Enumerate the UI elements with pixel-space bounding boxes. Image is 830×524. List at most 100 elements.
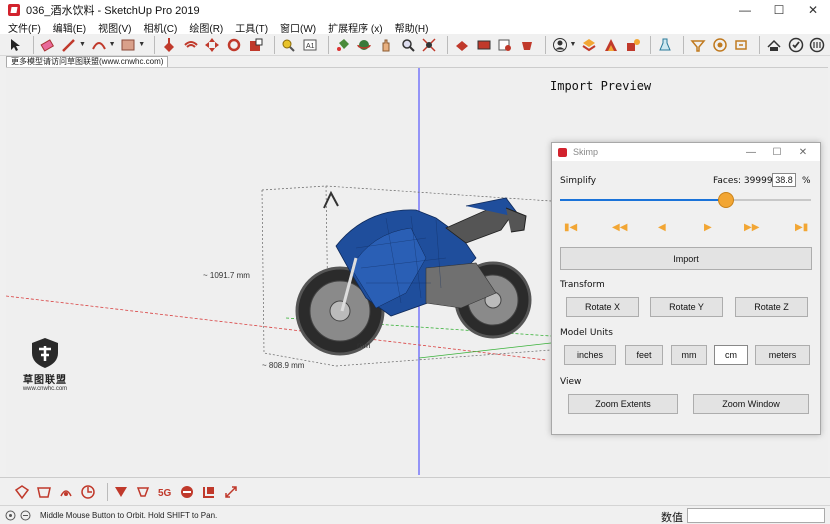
zoom-extents-button[interactable]: Zoom Extents: [568, 394, 678, 414]
unit-mm-button[interactable]: mm: [671, 345, 707, 365]
percent-input[interactable]: 38.8: [772, 173, 796, 187]
orbit-tool-icon[interactable]: [355, 36, 373, 54]
bottom-tool-icon-6[interactable]: [135, 484, 151, 500]
line-dropdown-icon[interactable]: ▼: [79, 41, 86, 48]
components-icon[interactable]: [475, 36, 493, 54]
step-forward-icon[interactable]: ▶: [704, 222, 712, 233]
text-tool-icon[interactable]: A1: [301, 36, 319, 54]
step-back-icon[interactable]: ◀: [658, 222, 666, 233]
unit-meters-button[interactable]: meters: [755, 345, 810, 365]
rotate-z-button[interactable]: Rotate Z: [735, 297, 808, 317]
rotate-x-button[interactable]: Rotate X: [566, 297, 639, 317]
extension-icon-7[interactable]: [765, 36, 783, 54]
minimize-button[interactable]: —: [728, 0, 762, 20]
menu-camera[interactable]: 相机(C): [143, 20, 177, 35]
zoom-extents-icon[interactable]: [421, 36, 439, 54]
bottom-tool-icon-4[interactable]: [80, 484, 96, 500]
scale-tool-icon[interactable]: [247, 36, 265, 54]
menu-draw[interactable]: 绘图(R): [189, 20, 223, 35]
unit-inches-button[interactable]: inches: [564, 345, 616, 365]
menu-extensions[interactable]: 扩展程序 (x): [328, 20, 382, 35]
menu-help[interactable]: 帮助(H): [395, 20, 429, 35]
skimp-title: Skimp: [573, 147, 599, 157]
paint-bucket-icon[interactable]: [334, 36, 352, 54]
shape-dropdown-icon[interactable]: ▼: [138, 41, 145, 48]
zoom-window-button[interactable]: Zoom Window: [693, 394, 809, 414]
extension-icon-5[interactable]: [711, 36, 729, 54]
select-tool-icon[interactable]: [6, 36, 24, 54]
extension-icon-8[interactable]: [787, 36, 805, 54]
line-tool-icon[interactable]: [60, 36, 78, 54]
extension-icon-4[interactable]: [689, 36, 707, 54]
extension-warehouse-icon[interactable]: [518, 36, 536, 54]
watermark-name: 草图联盟: [23, 375, 67, 386]
share-model-icon[interactable]: [497, 36, 515, 54]
unit-cm-button[interactable]: cm: [714, 345, 748, 365]
toolbar-separator: [327, 35, 329, 54]
expand-icon[interactable]: [223, 484, 239, 500]
bottom-tool-icon-2[interactable]: [36, 484, 52, 500]
bottom-tool-icon-5[interactable]: [113, 484, 129, 500]
window-controls: — ☐ ✕: [728, 0, 830, 20]
menu-view[interactable]: 视图(V): [98, 20, 131, 35]
warehouse-icon[interactable]: [453, 36, 471, 54]
bottom-tool-icon-3[interactable]: [58, 484, 74, 500]
offset-tool-icon[interactable]: [182, 36, 200, 54]
skimp-close-button[interactable]: ✕: [790, 143, 816, 161]
model-units-label: Model Units: [560, 328, 613, 338]
status-hint: Middle Mouse Button to Orbit. Hold SHIFT…: [40, 510, 218, 520]
bottom-tool-icon-7[interactable]: 5G: [157, 484, 173, 500]
geo-location-icon[interactable]: [4, 509, 16, 521]
toolbar-separator: [32, 35, 34, 54]
toolbar-separator: [544, 35, 546, 54]
arc-dropdown-icon[interactable]: ▼: [109, 41, 116, 48]
simplify-slider[interactable]: [560, 192, 811, 208]
last-frame-icon[interactable]: ▶▮: [795, 222, 808, 233]
first-frame-icon[interactable]: ▮◀: [564, 222, 577, 233]
extension-icon-9[interactable]: [808, 36, 826, 54]
simplify-label: Simplify: [560, 176, 597, 186]
account-dropdown-icon[interactable]: ▼: [570, 41, 577, 48]
eraser-tool-icon[interactable]: [39, 36, 57, 54]
menu-window[interactable]: 窗口(W): [280, 20, 316, 35]
extension-icon-6[interactable]: [732, 36, 750, 54]
scene-tab[interactable]: 更多模型请访问草图联盟(www.cnwhc.com): [6, 56, 169, 67]
extension-icon-2[interactable]: [602, 36, 620, 54]
extension-icon-3[interactable]: [624, 36, 642, 54]
move-tool-icon[interactable]: [203, 36, 221, 54]
skimp-app-icon: [558, 147, 567, 157]
extension-icon-1[interactable]: [580, 36, 598, 54]
menu-bar: 文件(F) 编辑(E) 视图(V) 相机(C) 绘图(R) 工具(T) 窗口(W…: [0, 20, 830, 35]
unit-feet-button[interactable]: feet: [625, 345, 663, 365]
flask-icon[interactable]: [656, 36, 674, 54]
import-button[interactable]: Import: [560, 247, 812, 270]
shape-tool-icon[interactable]: [120, 36, 138, 54]
rotate-tool-icon[interactable]: [225, 36, 243, 54]
menu-edit[interactable]: 编辑(E): [53, 20, 86, 35]
bottom-tool-icon-8[interactable]: [179, 484, 195, 500]
skimp-minimize-button[interactable]: —: [738, 143, 764, 161]
measurements-input[interactable]: [687, 508, 825, 523]
bottom-tool-icon-9[interactable]: [201, 484, 217, 500]
menu-file[interactable]: 文件(F): [8, 20, 41, 35]
bottom-tool-icon-1[interactable]: [14, 484, 30, 500]
skimp-maximize-button[interactable]: ☐: [764, 143, 790, 161]
user-account-icon[interactable]: [551, 36, 569, 54]
rotate-y-button[interactable]: Rotate Y: [650, 297, 723, 317]
height-dimension-label: ~ 1091.7 mm: [203, 271, 250, 280]
fast-back-icon[interactable]: ◀◀: [612, 222, 627, 233]
skimp-window-controls: — ☐ ✕: [738, 143, 816, 161]
credits-icon[interactable]: [19, 509, 31, 521]
slider-thumb[interactable]: [718, 192, 734, 208]
tape-measure-icon[interactable]: [279, 36, 297, 54]
menu-tools[interactable]: 工具(T): [235, 20, 268, 35]
zoom-tool-icon[interactable]: [399, 36, 417, 54]
fast-forward-icon[interactable]: ▶▶: [744, 222, 759, 233]
skimp-title-bar: Skimp — ☐ ✕: [552, 143, 820, 161]
push-pull-icon[interactable]: [160, 36, 178, 54]
view-label: View: [560, 377, 582, 387]
maximize-button[interactable]: ☐: [762, 0, 796, 20]
pan-tool-icon[interactable]: [377, 36, 395, 54]
arc-tool-icon[interactable]: [90, 36, 108, 54]
close-button[interactable]: ✕: [796, 0, 830, 20]
